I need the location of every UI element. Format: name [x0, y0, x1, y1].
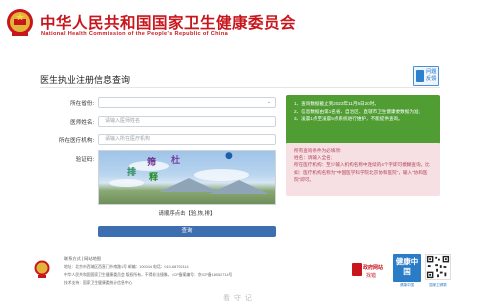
feedback-label-line1: 问题: [426, 69, 437, 75]
national-emblem-icon: [7, 9, 33, 36]
institution-input[interactable]: 请输入所在医疗机构: [98, 134, 276, 145]
qr-caption: 国家卫健委: [429, 283, 447, 287]
gov-badge-line1: 政府网站: [363, 265, 384, 271]
notice-box: 1、查询数据截止到2023年11月5日20时。 2、信息数据由第1名省、自治区、…: [286, 95, 440, 144]
captcha-char[interactable]: 释: [149, 170, 158, 183]
page-title: 医生执业注册信息查询: [40, 75, 131, 85]
notice-item: 3、凌晨1点至凌晨5点系统进行维护，不能提供查询。: [294, 116, 403, 122]
site-header: 中华人民共和国国家卫生健康委员会 National Health Commiss…: [0, 0, 480, 48]
captcha-instruction: 请顺序点击【验,恢,排】: [158, 211, 216, 217]
healthy-china-badge[interactable]: 健康中国: [393, 254, 421, 282]
hint-institution-line: 所在医疗机构：至少输入机构名称中连续的4个字即可模糊查询。比如：医疗机构名称为"…: [294, 162, 430, 182]
qr-code-icon: [425, 254, 451, 280]
captcha-cloud: [109, 179, 144, 187]
captcha-mountain: [209, 180, 269, 194]
hint-heading: 所有查询条件为必填项:: [294, 148, 342, 153]
captcha-char[interactable]: 筛: [147, 155, 156, 168]
institution-label: 所在医疗机构:: [58, 138, 94, 144]
site-subtitle: National Health Commission of the People…: [41, 31, 229, 37]
hint-box: 所有查询条件为必填项: 姓名：请输入全名; 所在医疗机构：至少输入机构名称中连续…: [286, 143, 440, 196]
captcha-image[interactable]: 筛 杜 排 释 ●: [98, 150, 276, 205]
footer-icp: 中华人民共和国国家卫生健康委员会 版权所有，不得非法镜像。 ICP备案编号：京I…: [64, 273, 233, 277]
title-divider: [40, 87, 440, 88]
notice-item: 2、信息数据由第1名省、自治区、直辖市卫生健康委数据为准;: [294, 108, 420, 114]
captcha-char[interactable]: 杜: [171, 153, 180, 166]
captcha-char[interactable]: 排: [127, 165, 136, 178]
name-label: 医师姓名:: [70, 120, 94, 126]
gov-badge-icon: [352, 263, 362, 276]
feedback-icon: [416, 70, 424, 82]
chevron-down-icon: ⌄: [266, 99, 271, 105]
watermark: 看 守 记: [223, 295, 253, 302]
hint-name-line: 姓名：请输入全名;: [294, 155, 333, 161]
doctor-name-input[interactable]: 请输入医师姓名: [98, 116, 276, 127]
site-title: 中华人民共和国国家卫生健康委员会: [40, 13, 297, 32]
province-select[interactable]: ⌄: [98, 97, 276, 108]
feedback-button[interactable]: 问题 反馈: [413, 66, 439, 86]
gov-badge-line2: 找错: [366, 273, 377, 279]
feedback-label-line2: 反馈: [426, 76, 437, 82]
gov-site-error-badge[interactable]: 政府网站 找错: [352, 263, 384, 283]
footer-links[interactable]: 联系方式 | 网站地图: [64, 256, 101, 262]
feedback-label: 问题 反馈: [426, 69, 439, 83]
footer-emblem-icon: [34, 260, 50, 278]
notice-item: 1、查询数据截止到2023年11月5日20时。: [294, 101, 379, 106]
footer-address: 地址：北京市西城区西直门外南路1号 邮编：100044 电话：010-68792…: [64, 265, 189, 269]
province-label: 所在省份:: [70, 101, 94, 107]
captcha-refresh-char[interactable]: ●: [225, 151, 233, 161]
footer-support: 技术支持：国家卫生健康委统计信息中心: [64, 281, 133, 285]
query-button[interactable]: 查询: [98, 226, 276, 237]
captcha-label: 验证码:: [75, 157, 94, 163]
healthy-china-caption: 健康中国: [400, 283, 414, 287]
